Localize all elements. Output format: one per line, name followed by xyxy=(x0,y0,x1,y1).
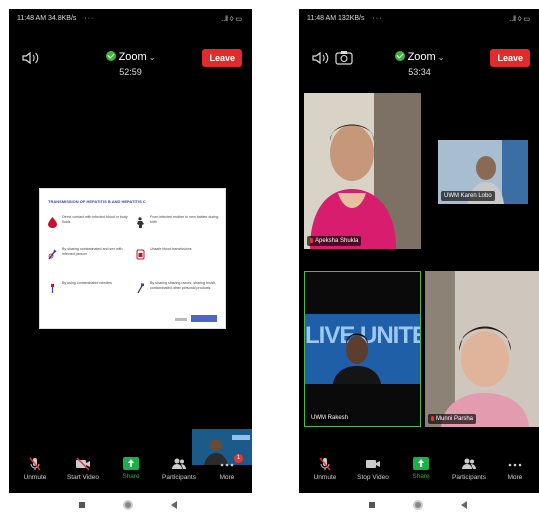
participants-icon xyxy=(172,458,186,469)
participant-video-image xyxy=(333,333,381,384)
status-time: 11:48 AM xyxy=(307,15,337,22)
meeting-topbar: Zoom ⌄ 53:34 Leave xyxy=(299,43,539,83)
meeting-timer: 53:34 xyxy=(408,67,431,77)
phone-right: 11:48 AM 132KB/s ··· ..‖ ◊ ▭ Zoom ⌄ 53:34… xyxy=(299,0,539,516)
blood-bag-icon xyxy=(136,249,145,260)
slide-item: Unsafe blood transfusions xyxy=(136,247,221,267)
chevron-down-icon: ⌄ xyxy=(148,53,156,62)
share-button[interactable]: Share xyxy=(107,457,155,480)
leave-button[interactable]: Leave xyxy=(490,49,530,67)
slide-footer-mark xyxy=(175,318,187,321)
shield-check-icon xyxy=(105,51,116,61)
shield-check-icon xyxy=(394,51,405,61)
participant-name: Apeksha Shukla xyxy=(307,236,362,246)
mic-muted-icon xyxy=(431,416,434,421)
slide-item: By using contaminated needles xyxy=(48,281,133,301)
status-bar: 11:48 AM 132KB/s ··· ..‖ ◊ ▭ xyxy=(299,9,539,29)
zoom-gallery-view: 11:48 AM 132KB/s ··· ..‖ ◊ ▭ Zoom ⌄ 53:34… xyxy=(299,9,539,493)
status-speed: 34.8KB/s xyxy=(48,15,77,22)
stop-video-button[interactable]: Stop Video xyxy=(349,457,397,481)
video-off-icon xyxy=(76,457,90,471)
participant-name: Munni Parsha xyxy=(428,414,477,424)
participant-tile-active-speaker[interactable]: LIVE UNITED UWM Rakesh xyxy=(304,271,421,427)
notification-badge: 1 xyxy=(234,454,243,463)
participant-video-image xyxy=(425,271,539,427)
status-time: 11:48 AM xyxy=(17,15,47,22)
slide-logo xyxy=(191,315,217,322)
zoom-screen-share-view: 11:48 AM 34.8KB/s ··· ..‖ ◊ ▭ Zoom ⌄ 52:5… xyxy=(9,9,252,493)
status-bar: 11:48 AM 34.8KB/s ··· ..‖ ◊ ▭ xyxy=(9,9,252,29)
participant-tile[interactable]: UWM Karen Lobo xyxy=(438,140,528,204)
status-speed: 132KB/s xyxy=(338,15,365,22)
home-button[interactable] xyxy=(413,500,423,510)
slide-item: By sharing contaminated and sex with inf… xyxy=(48,247,133,267)
home-button[interactable] xyxy=(123,500,133,510)
recents-button[interactable] xyxy=(79,502,85,508)
chevron-down-icon: ⌄ xyxy=(437,53,445,62)
share-screen-icon xyxy=(123,457,139,470)
blood-drop-icon xyxy=(48,217,57,228)
unmute-button[interactable]: Unmute xyxy=(301,457,349,481)
back-button[interactable] xyxy=(171,501,177,509)
slide-item: By sharing shaving razors, sharing brush… xyxy=(136,281,221,301)
meeting-topbar: Zoom ⌄ 52:59 Leave xyxy=(9,43,252,83)
recents-button[interactable] xyxy=(369,502,375,508)
start-video-button[interactable]: Start Video xyxy=(59,457,107,481)
slide-item: From infected mother to new babies durin… xyxy=(136,215,221,235)
participant-video-image xyxy=(304,93,421,249)
more-button[interactable]: More xyxy=(491,457,539,481)
participant-name: UWM Karen Lobo xyxy=(441,191,495,201)
video-on-icon xyxy=(366,460,380,468)
phone-left: 11:48 AM 34.8KB/s ··· ..‖ ◊ ▭ Zoom ⌄ 52:5… xyxy=(9,0,252,516)
mic-muted-icon xyxy=(29,457,41,471)
leave-button[interactable]: Leave xyxy=(202,49,242,67)
participant-tile[interactable]: Munni Parsha xyxy=(425,271,539,427)
razor-icon xyxy=(51,284,54,293)
status-dots: ··· xyxy=(84,15,95,22)
mic-muted-icon xyxy=(319,457,331,471)
more-icon xyxy=(508,463,522,467)
status-dots: ··· xyxy=(372,15,383,22)
status-signal-icons: ..‖ ◊ ▭ xyxy=(509,16,530,23)
participants-icon xyxy=(462,458,476,469)
meeting-timer: 52:59 xyxy=(119,67,142,77)
participants-button[interactable]: Participants xyxy=(155,457,203,481)
slide-title: TRANSMISSION OF HEPATITIS B AND HEPATITI… xyxy=(48,199,146,204)
android-nav-bar xyxy=(9,499,252,513)
shared-slide: TRANSMISSION OF HEPATITIS B AND HEPATITI… xyxy=(39,188,226,329)
status-signal-icons: ..‖ ◊ ▭ xyxy=(221,16,242,23)
mic-muted-icon xyxy=(310,238,313,243)
back-button[interactable] xyxy=(461,501,467,509)
participant-name: UWM Rakesh xyxy=(308,413,352,423)
share-screen-icon xyxy=(413,457,429,470)
participants-button[interactable]: Participants xyxy=(445,457,493,481)
android-nav-bar xyxy=(299,499,539,513)
toothbrush-icon xyxy=(137,283,144,294)
pregnant-mother-icon xyxy=(137,217,144,228)
unmute-button[interactable]: Unmute xyxy=(11,457,59,481)
more-icon xyxy=(220,463,234,467)
participant-tile[interactable]: Apeksha Shukla xyxy=(304,93,421,249)
meeting-toolbar: Unmute Stop Video Share Participants Mor… xyxy=(299,457,539,493)
slide-item: Direct contact with infected blood or bo… xyxy=(48,215,133,235)
meeting-toolbar: Unmute Start Video Share Participants 1 … xyxy=(9,454,252,493)
syringe-icon xyxy=(48,249,57,260)
more-button[interactable]: 1 More xyxy=(203,454,251,481)
share-button[interactable]: Share xyxy=(397,457,445,480)
